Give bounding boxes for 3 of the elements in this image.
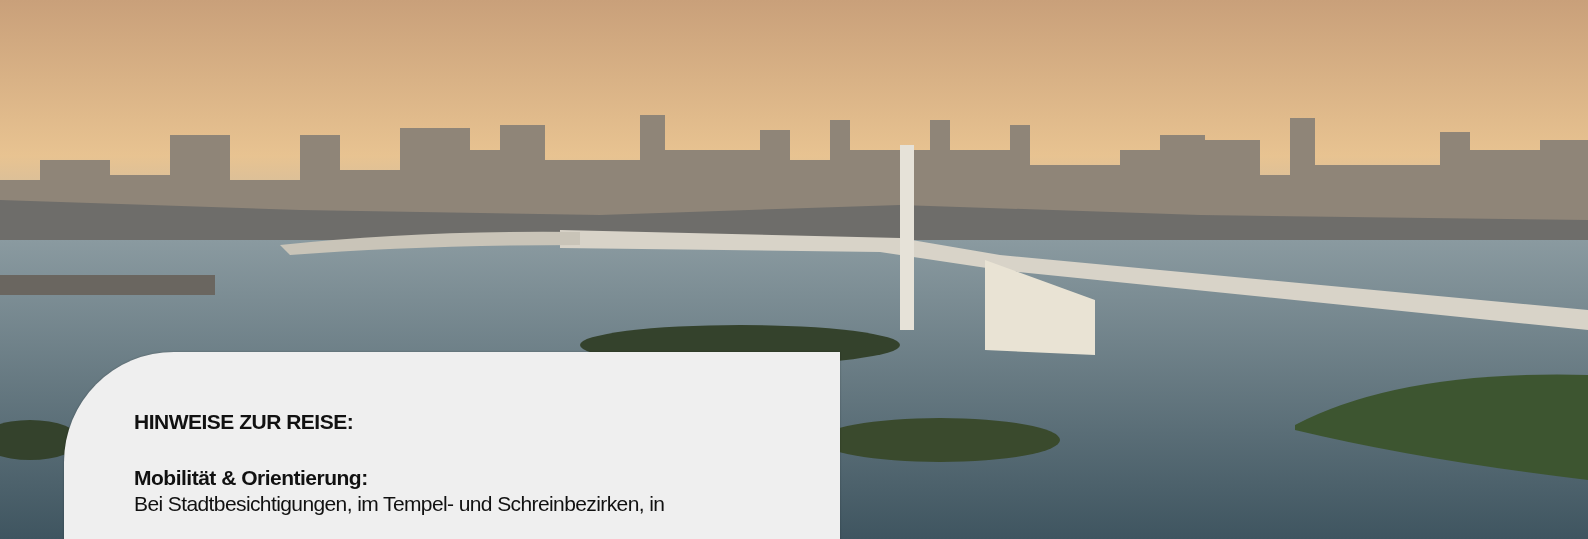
section-text: Bei Stadtbesichtigungen, im Tempel- und Schreinbezirken, in bbox=[134, 492, 666, 516]
section-title: Mobilität & Orientierung: bbox=[134, 466, 369, 490]
notice-heading: HINWEISE ZUR REISE: bbox=[134, 410, 355, 434]
